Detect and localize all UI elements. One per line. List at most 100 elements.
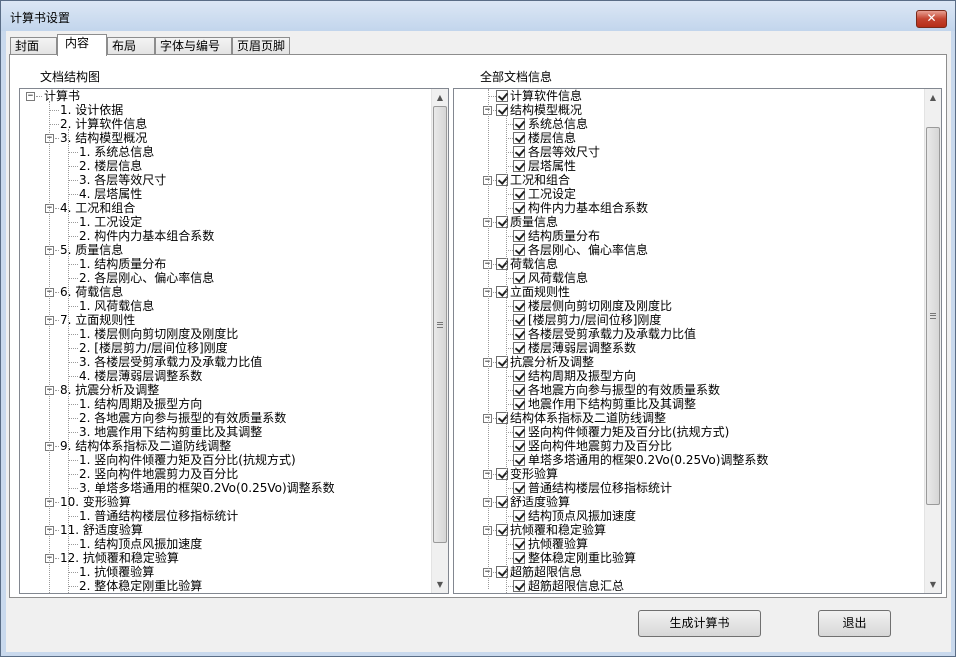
tree-node-row[interactable]: 3. 单塔多塔通用的框架0.2Vo(0.25Vo)调整系数 [20, 481, 431, 495]
checkbox-checked-icon[interactable] [513, 314, 525, 326]
tree-node-row[interactable]: −10. 变形验算 [20, 495, 431, 509]
scroll-down-arrow-icon[interactable]: ▼ [925, 576, 941, 593]
info-node-row[interactable]: 竖向构件倾覆力矩及百分比(抗规方式) [454, 425, 924, 439]
tree-node-row[interactable]: −11. 舒适度验算 [20, 523, 431, 537]
right-scrollbar[interactable]: ▲ ▼ [924, 89, 941, 593]
info-node-row[interactable]: − 工况和组合 [454, 173, 924, 187]
tree-node-row[interactable]: 1. 设计依据 [20, 103, 431, 117]
info-node-row[interactable]: 各层刚心、偏心率信息 [454, 243, 924, 257]
scroll-up-arrow-icon[interactable]: ▲ [432, 89, 448, 106]
info-node-row[interactable]: − 舒适度验算 [454, 495, 924, 509]
checkbox-checked-icon[interactable] [513, 454, 525, 466]
checkbox-checked-icon[interactable] [513, 552, 525, 564]
info-node-row[interactable]: − 荷载信息 [454, 257, 924, 271]
info-node-row[interactable]: 整体稳定刚重比验算 [454, 551, 924, 565]
tree-node-row[interactable]: 1. 竖向构件倾覆力矩及百分比(抗规方式) [20, 453, 431, 467]
tree-node-row[interactable]: 4. 层塔属性 [20, 187, 431, 201]
checkbox-checked-icon[interactable] [513, 300, 525, 312]
info-node-row[interactable]: − 结构体系指标及二道防线调整 [454, 411, 924, 425]
tree-node-row[interactable]: 2. 各层刚心、偏心率信息 [20, 271, 431, 285]
tree-node-row[interactable]: −8. 抗震分析及调整 [20, 383, 431, 397]
close-button[interactable]: ✕ [916, 10, 947, 28]
tree-node-row[interactable]: 4. 楼层薄弱层调整系数 [20, 369, 431, 383]
info-node-row[interactable]: − 变形验算 [454, 467, 924, 481]
info-node-row[interactable]: 单塔多塔通用的框架0.2Vo(0.25Vo)调整系数 [454, 453, 924, 467]
info-node-row[interactable]: 层塔属性 [454, 159, 924, 173]
info-node-row[interactable]: 系统总信息 [454, 117, 924, 131]
tree-node-row[interactable]: 1. 普通结构楼层位移指标统计 [20, 509, 431, 523]
tree-node-row[interactable]: 2. 楼层信息 [20, 159, 431, 173]
info-node-row[interactable]: 工况设定 [454, 187, 924, 201]
checkbox-checked-icon[interactable] [496, 90, 508, 102]
info-node-row[interactable]: 抗倾覆验算 [454, 537, 924, 551]
tree-node-row[interactable]: −5. 质量信息 [20, 243, 431, 257]
title-bar[interactable]: 计算书设置 ✕ [1, 1, 955, 31]
left-scrollbar[interactable]: ▲ ▼ [431, 89, 448, 593]
info-node-row[interactable]: 结构顶点风振加速度 [454, 509, 924, 523]
tree-node-row[interactable]: 3. 各层等效尺寸 [20, 173, 431, 187]
checkbox-checked-icon[interactable] [513, 244, 525, 256]
checkbox-checked-icon[interactable] [513, 160, 525, 172]
info-node-row[interactable]: 结构周期及振型方向 [454, 369, 924, 383]
info-node-row[interactable]: − 立面规则性 [454, 285, 924, 299]
info-node-row[interactable]: 风荷载信息 [454, 271, 924, 285]
tree-node-row[interactable]: 2. 构件内力基本组合系数 [20, 229, 431, 243]
tree-node-row[interactable]: 1. 工况设定 [20, 215, 431, 229]
info-node-row[interactable]: [楼层剪力/层间位移]刚度 [454, 313, 924, 327]
checkbox-checked-icon[interactable] [513, 132, 525, 144]
tab-content[interactable]: 内容 [57, 34, 107, 56]
tree-node-row[interactable]: −12. 抗倾覆和稳定验算 [20, 551, 431, 565]
checkbox-checked-icon[interactable] [513, 342, 525, 354]
info-node-row[interactable]: 构件内力基本组合系数 [454, 201, 924, 215]
tree-node-row[interactable]: 3. 地震作用下结构剪重比及其调整 [20, 425, 431, 439]
info-node-row[interactable]: 计算软件信息 [454, 89, 924, 103]
tree-node-row[interactable]: 1. 结构顶点风振加速度 [20, 537, 431, 551]
checkbox-checked-icon[interactable] [513, 384, 525, 396]
info-node-row[interactable]: − 超筋超限信息 [454, 565, 924, 579]
checkbox-checked-icon[interactable] [513, 202, 525, 214]
checkbox-checked-icon[interactable] [513, 398, 525, 410]
tree-node-row[interactable]: 2. 计算软件信息 [20, 117, 431, 131]
info-node-row[interactable]: − 质量信息 [454, 215, 924, 229]
tree-node-row[interactable]: −4. 工况和组合 [20, 201, 431, 215]
checkbox-checked-icon[interactable] [513, 538, 525, 550]
scroll-thumb[interactable] [926, 127, 940, 505]
info-node-row[interactable]: 结构质量分布 [454, 229, 924, 243]
tree-node-row[interactable]: 1. 系统总信息 [20, 145, 431, 159]
checkbox-checked-icon[interactable] [513, 426, 525, 438]
info-node-row[interactable]: 地震作用下结构剪重比及其调整 [454, 397, 924, 411]
checkbox-checked-icon[interactable] [513, 440, 525, 452]
checkbox-checked-icon[interactable] [513, 188, 525, 200]
scroll-down-arrow-icon[interactable]: ▼ [432, 576, 448, 593]
tree-node-row[interactable]: −6. 荷载信息 [20, 285, 431, 299]
info-node-row[interactable]: 楼层信息 [454, 131, 924, 145]
tree-node-row[interactable]: 2. [楼层剪力/层间位移]刚度 [20, 341, 431, 355]
checkbox-checked-icon[interactable] [513, 230, 525, 242]
scroll-up-arrow-icon[interactable]: ▲ [925, 89, 941, 106]
checkbox-checked-icon[interactable] [513, 272, 525, 284]
tree-node-row[interactable]: −7. 立面规则性 [20, 313, 431, 327]
checkbox-checked-icon[interactable] [513, 510, 525, 522]
checkbox-checked-icon[interactable] [513, 370, 525, 382]
info-node-row[interactable]: 楼层薄弱层调整系数 [454, 341, 924, 355]
all-document-info-tree[interactable]: 计算软件信息 − 结构模型概况 系统总信息 楼层信息 各层等效尺寸 层塔属性 − 工况和组合 工况… [453, 88, 942, 594]
info-node-row[interactable]: 超筋超限信息汇总 [454, 579, 924, 593]
scroll-thumb[interactable] [433, 106, 447, 543]
tree-root-row[interactable]: − 计算书 [20, 89, 431, 103]
checkbox-checked-icon[interactable] [513, 146, 525, 158]
info-node-row[interactable]: 楼层侧向剪切刚度及刚度比 [454, 299, 924, 313]
tree-node-row[interactable]: 1. 楼层侧向剪切刚度及刚度比 [20, 327, 431, 341]
info-node-row[interactable]: 各层等效尺寸 [454, 145, 924, 159]
info-node-row[interactable]: − 抗震分析及调整 [454, 355, 924, 369]
tree-node-row[interactable]: 1. 抗倾覆验算 [20, 565, 431, 579]
tree-node-row[interactable]: 1. 结构质量分布 [20, 257, 431, 271]
tree-node-row[interactable]: 1. 结构周期及振型方向 [20, 397, 431, 411]
checkbox-checked-icon[interactable] [513, 118, 525, 130]
checkbox-checked-icon[interactable] [513, 580, 525, 592]
exit-button[interactable]: 退出 [818, 610, 891, 637]
info-node-row[interactable]: 各地震方向参与振型的有效质量系数 [454, 383, 924, 397]
info-node-row[interactable]: 竖向构件地震剪力及百分比 [454, 439, 924, 453]
checkbox-checked-icon[interactable] [513, 328, 525, 340]
tree-node-row[interactable]: 2. 竖向构件地震剪力及百分比 [20, 467, 431, 481]
info-node-row[interactable]: − 结构模型概况 [454, 103, 924, 117]
